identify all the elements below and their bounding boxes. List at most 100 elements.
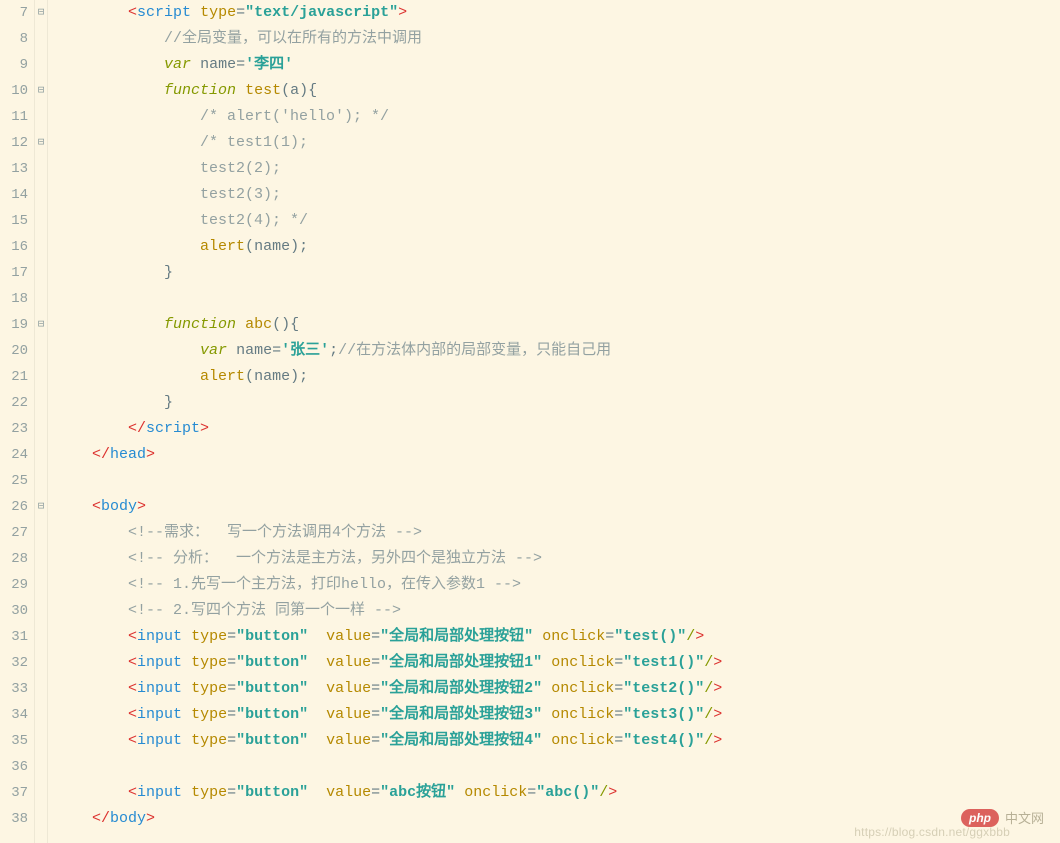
token-p xyxy=(533,628,542,645)
code-line[interactable]: alert(name); xyxy=(56,234,1060,260)
token-st: "test()" xyxy=(614,628,686,645)
fold-toggle-icon[interactable]: ⊟ xyxy=(35,0,47,26)
token-br: < xyxy=(128,732,137,749)
token-kw: var xyxy=(164,56,191,73)
fold-spacer xyxy=(35,208,47,234)
token-br: > xyxy=(398,4,407,21)
token-cm: test2(4); */ xyxy=(200,212,308,229)
code-line[interactable]: test2(4); */ xyxy=(56,208,1060,234)
token-p xyxy=(56,160,200,177)
token-eq: = xyxy=(227,732,236,749)
fold-spacer xyxy=(35,806,47,832)
line-number: 13 xyxy=(0,156,28,182)
code-line[interactable]: <!-- 分析： 一个方法是主方法，另外四个是独立方法 --> xyxy=(56,546,1060,572)
line-number: 22 xyxy=(0,390,28,416)
code-line[interactable] xyxy=(56,286,1060,312)
code-line[interactable]: test2(3); xyxy=(56,182,1060,208)
code-line[interactable]: <input type="button" value="abc按钮" oncli… xyxy=(56,780,1060,806)
token-eq: = xyxy=(227,654,236,671)
token-fn: alert xyxy=(200,238,245,255)
token-eq: = xyxy=(227,706,236,723)
code-line[interactable]: <input type="button" value="全局和局部处理按钮2" … xyxy=(56,676,1060,702)
code-line[interactable]: test2(2); xyxy=(56,156,1060,182)
token-br: > xyxy=(713,680,722,697)
code-line[interactable]: <input type="button" value="全局和局部处理按钮3" … xyxy=(56,702,1060,728)
line-number: 23 xyxy=(0,416,28,442)
code-area[interactable]: <script type="text/javascript"> //全局变量，可… xyxy=(48,0,1060,843)
fold-toggle-icon[interactable]: ⊟ xyxy=(35,78,47,104)
token-p xyxy=(56,680,128,697)
fold-spacer xyxy=(35,572,47,598)
token-op: / xyxy=(704,706,713,723)
token-p xyxy=(182,732,191,749)
code-line[interactable]: <script type="text/javascript"> xyxy=(56,0,1060,26)
code-line[interactable]: } xyxy=(56,390,1060,416)
token-eq: = xyxy=(371,628,380,645)
token-br: > xyxy=(200,420,209,437)
token-eq: = xyxy=(371,706,380,723)
line-number: 24 xyxy=(0,442,28,468)
code-line[interactable]: function abc(){ xyxy=(56,312,1060,338)
code-line[interactable]: //全局变量，可以在所有的方法中调用 xyxy=(56,26,1060,52)
token-eq: = xyxy=(614,680,623,697)
code-line[interactable]: var name='李四' xyxy=(56,52,1060,78)
token-st: "test3()" xyxy=(623,706,704,723)
fold-spacer xyxy=(35,104,47,130)
token-p xyxy=(56,602,128,619)
fold-spacer xyxy=(35,156,47,182)
line-number: 7 xyxy=(0,0,28,26)
line-number: 16 xyxy=(0,234,28,260)
token-cm: test2(2); xyxy=(200,160,281,177)
token-st: "abc()" xyxy=(536,784,599,801)
token-p xyxy=(56,56,164,73)
code-line[interactable]: var name='张三';//在方法体内部的局部变量，只能自己用 xyxy=(56,338,1060,364)
fold-spacer xyxy=(35,26,47,52)
token-p xyxy=(182,680,191,697)
code-line[interactable]: <!-- 2.写四个方法 同第一个一样 --> xyxy=(56,598,1060,624)
token-fn: test xyxy=(245,82,281,99)
fold-spacer xyxy=(35,650,47,676)
fold-toggle-icon[interactable]: ⊟ xyxy=(35,130,47,156)
token-br: < xyxy=(128,680,137,697)
token-eq: = xyxy=(371,732,380,749)
token-p xyxy=(56,524,128,541)
line-number: 38 xyxy=(0,806,28,832)
code-line[interactable]: <body> xyxy=(56,494,1060,520)
code-line[interactable]: /* test1(1); xyxy=(56,130,1060,156)
code-line[interactable]: <input type="button" value="全局和局部处理按钮1" … xyxy=(56,650,1060,676)
token-tg: input xyxy=(137,784,182,801)
token-at: type xyxy=(191,706,227,723)
token-cm: //全局变量，可以在所有的方法中调用 xyxy=(164,30,422,47)
code-line[interactable]: /* alert('hello'); */ xyxy=(56,104,1060,130)
token-at: value xyxy=(326,732,371,749)
watermark-badge: php xyxy=(961,809,999,827)
token-at: onclick xyxy=(464,784,527,801)
token-st: "button" xyxy=(236,784,308,801)
fold-toggle-icon[interactable]: ⊟ xyxy=(35,312,47,338)
code-line[interactable] xyxy=(56,468,1060,494)
token-p xyxy=(56,4,128,21)
code-line[interactable] xyxy=(56,754,1060,780)
token-fn: alert xyxy=(200,368,245,385)
token-eq: = xyxy=(227,680,236,697)
token-at: value xyxy=(326,706,371,723)
token-br: < xyxy=(128,4,137,21)
code-line[interactable]: function test(a){ xyxy=(56,78,1060,104)
token-eq: = xyxy=(227,784,236,801)
line-number: 12 xyxy=(0,130,28,156)
code-line[interactable]: <input type="button" value="全局和局部处理按钮" o… xyxy=(56,624,1060,650)
code-line[interactable]: </script> xyxy=(56,416,1060,442)
code-line[interactable]: <!--需求： 写一个方法调用4个方法 --> xyxy=(56,520,1060,546)
fold-toggle-icon[interactable]: ⊟ xyxy=(35,494,47,520)
code-line[interactable]: alert(name); xyxy=(56,364,1060,390)
token-eq: = xyxy=(614,706,623,723)
token-br: </ xyxy=(92,446,110,463)
code-line[interactable]: <input type="button" value="全局和局部处理按钮4" … xyxy=(56,728,1060,754)
token-nm: name xyxy=(254,238,290,255)
code-line[interactable]: } xyxy=(56,260,1060,286)
token-st: "全局和局部处理按钮1" xyxy=(380,654,542,671)
code-line[interactable]: </head> xyxy=(56,442,1060,468)
code-line[interactable]: <!-- 1.先写一个主方法，打印hello，在传入参数1 --> xyxy=(56,572,1060,598)
token-cm: //在方法体内部的局部变量，只能自己用 xyxy=(338,342,611,359)
token-at: onclick xyxy=(551,732,614,749)
